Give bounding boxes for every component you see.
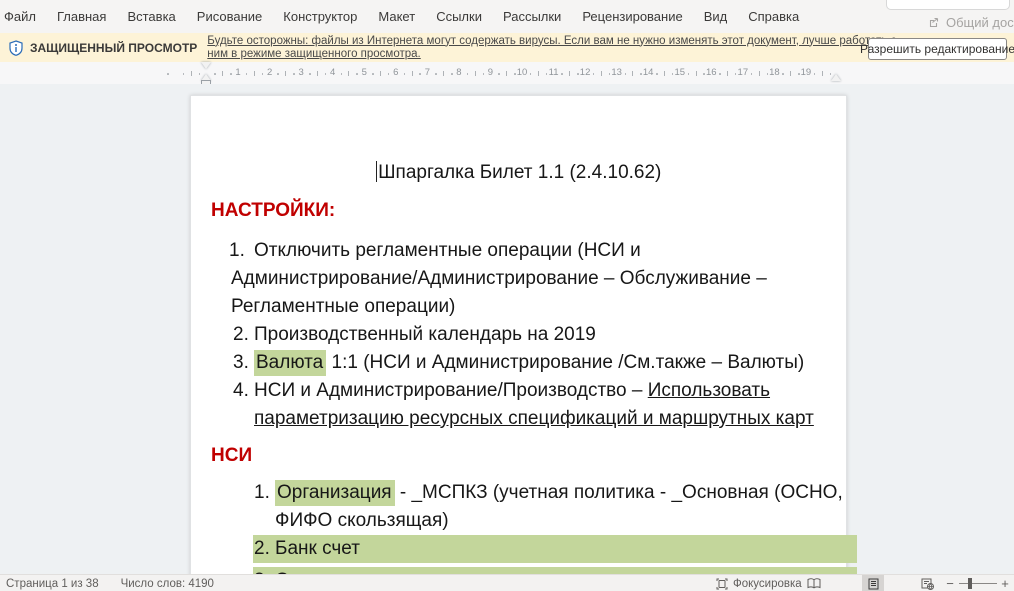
menu-tab-5[interactable]: Макет [378, 9, 415, 24]
menu-tab-6[interactable]: Ссылки [436, 9, 482, 24]
page-number-status[interactable]: Страница 1 из 38 [6, 578, 99, 590]
protected-view-message: Будьте осторожны: файлы из Интернета мог… [207, 35, 897, 61]
menu-tab-0[interactable]: Файл [4, 9, 36, 24]
list-number: 4. [233, 377, 249, 405]
focus-icon [716, 578, 728, 590]
document-title: Шпаргалка Билет 1.1 (2.4.10.62) [191, 159, 846, 187]
list-number: 3. [233, 349, 249, 377]
list-number: 3. [254, 567, 270, 574]
menu-tabs: Файл Главная Вставка Рисование Конструктор Ма… [2, 0, 799, 33]
document-page[interactable]: Шпаргалка Билет 1.1 (2.4.10.62) НАСТРОЙК… [190, 95, 847, 574]
document-canvas: Шпаргалка Билет 1.1 (2.4.10.62) НАСТРОЙК… [0, 84, 1014, 574]
read-mode-button[interactable] [803, 575, 825, 591]
protected-view-label: ЗАЩИЩЕННЫЙ ПРОСМОТР [30, 41, 197, 55]
doc-heading-0: НАСТРОЙКИ: [211, 197, 846, 225]
share-icon [928, 16, 941, 29]
focus-mode-button[interactable]: Фокусировка [716, 575, 802, 591]
doc-list-item: 2.Производственный календарь на 2019 [191, 321, 846, 349]
page-content: Шпаргалка Билет 1.1 (2.4.10.62) НАСТРОЙК… [191, 96, 846, 574]
word-window: Файл Главная Вставка Рисование Конструктор Ма… [0, 0, 1014, 591]
enable-editing-button[interactable]: Разрешить редактирование [868, 38, 1007, 60]
status-bar: Страница 1 из 38 Число слов: 4190 Фокуси… [0, 574, 1014, 591]
doc-list-item: 1.Отключить регламентные операции (НСИ и… [191, 237, 846, 321]
doc-heading-1: НСИ [211, 442, 846, 470]
protected-view-bar: ЗАЩИЩЕННЫЙ ПРОСМОТР Будьте осторожны: фа… [0, 33, 1014, 63]
menu-tab-4[interactable]: Конструктор [283, 9, 357, 24]
text-cursor [376, 161, 378, 182]
doc-list-item: 3.Структура предприятия [253, 567, 857, 574]
horizontal-ruler: 12345678910111213141516171819 [0, 62, 1014, 84]
menu-tab-1[interactable]: Главная [57, 9, 106, 24]
web-layout-icon [921, 578, 934, 590]
menu-tab-7[interactable]: Рассылки [503, 9, 561, 24]
menu-tab-3[interactable]: Рисование [197, 9, 262, 24]
search-box-partial[interactable] [886, 0, 1010, 10]
web-layout-button[interactable] [916, 575, 938, 591]
zoom-slider-track[interactable] [959, 583, 997, 584]
share-button[interactable]: Общий доступ [928, 12, 1014, 32]
shield-icon [9, 40, 23, 56]
doc-list-item: 3.Валюта 1:1 (НСИ и Администрирование /С… [191, 349, 846, 377]
print-layout-button[interactable] [862, 575, 884, 591]
zoom-slider-thumb[interactable] [968, 578, 972, 589]
print-layout-icon [868, 578, 879, 590]
read-mode-icon [807, 578, 821, 589]
protected-view-message-link[interactable]: Будьте осторожны: файлы из Интернета мог… [207, 35, 896, 60]
right-indent-marker[interactable] [831, 74, 841, 81]
share-label: Общий доступ [946, 15, 1014, 30]
doc-list-item: 2.Банк счет [253, 535, 857, 563]
zoom-in-button[interactable]: + [999, 576, 1011, 591]
list-number: 1. [254, 479, 270, 507]
focus-label: Фокусировка [733, 578, 802, 590]
menu-tab-10[interactable]: Справка [748, 9, 799, 24]
list-number: 2. [254, 535, 270, 563]
hanging-indent-marker[interactable] [201, 74, 211, 81]
list-number: 2. [233, 321, 249, 349]
doc-list-item: 1.Организация - _МСПКЗ (учетная политика… [191, 479, 846, 535]
menu-bar: Файл Главная Вставка Рисование Конструктор Ма… [0, 0, 1014, 33]
word-count-status[interactable]: Число слов: 4190 [121, 578, 214, 590]
list-number: 1. [229, 237, 245, 265]
first-line-indent-marker[interactable] [201, 62, 211, 69]
doc-list-item: 4.НСИ и Администрирование/Производство –… [191, 377, 846, 433]
menu-tab-2[interactable]: Вставка [127, 9, 175, 24]
zoom-out-button[interactable]: − [944, 576, 956, 591]
menu-tab-8[interactable]: Рецензирование [582, 9, 682, 24]
menu-tab-9[interactable]: Вид [704, 9, 728, 24]
